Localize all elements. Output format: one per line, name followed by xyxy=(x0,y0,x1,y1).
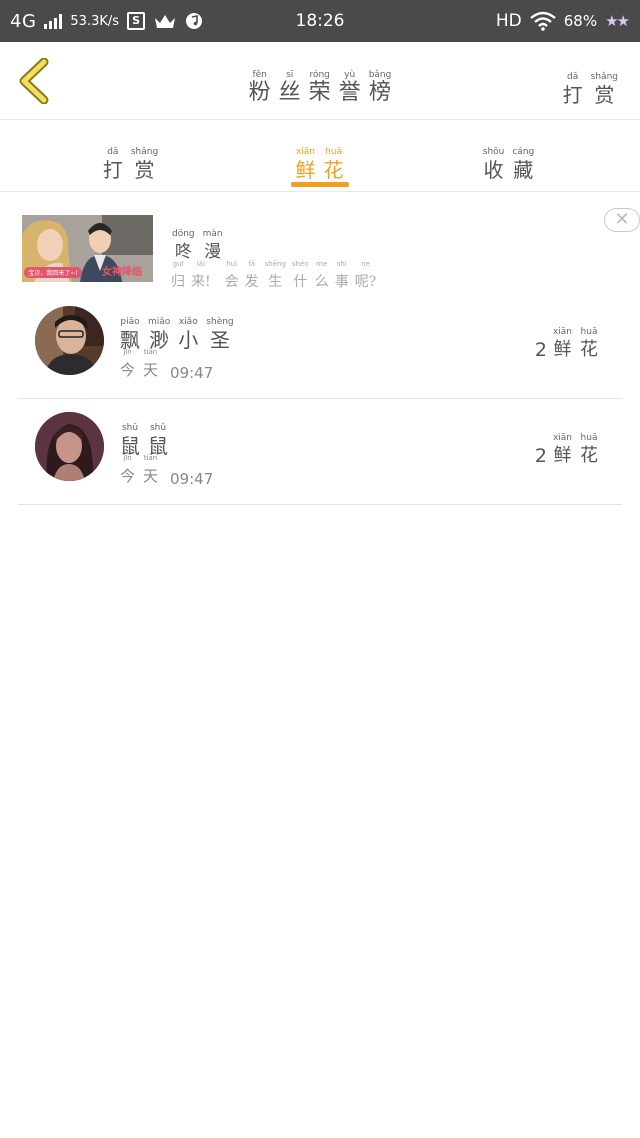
unit-char: huā 花 xyxy=(580,327,598,360)
ad-desc-char: lái 来! xyxy=(191,260,211,290)
ad-description: guī 归 lái 来! huì 会 fā 发 shēng 生 shén 什 me 么 shì 事 ne 呢? xyxy=(168,251,379,294)
ad-desc-char: huì 会 xyxy=(224,260,239,290)
ad-desc-char: shēng 生 xyxy=(264,260,286,290)
tab-char: cáng 藏 xyxy=(512,147,535,182)
tab-char: shǎng 赏 xyxy=(130,147,159,182)
time-text: 09:47 xyxy=(170,364,214,382)
title-char: sī 丝 xyxy=(278,70,301,105)
count-value: 2 xyxy=(534,339,547,361)
tab-favorites[interactable]: shōu 收 cáng 藏 xyxy=(402,139,615,182)
tab-char: dǎ 打 xyxy=(102,147,123,182)
timestamp: jīn 今 tiān 天 09:47 xyxy=(116,347,213,382)
ad-desc-char: shì 事 xyxy=(334,260,349,290)
title-char: fěn 粉 xyxy=(248,70,271,105)
title-char: yù 誉 xyxy=(338,70,361,105)
avatar[interactable] xyxy=(35,412,104,481)
tab-char: huā 花 xyxy=(323,147,344,182)
ad-desc-char: shén 什 xyxy=(291,260,309,290)
ad-desc-char: fā 发 xyxy=(244,260,259,290)
status-bar: 4G 53.3K/s S 18:26 HD 68% ★★ xyxy=(0,0,640,42)
page-title: fěn 粉 sī 丝 róng 荣 yù 誉 bǎng 榜 xyxy=(0,62,640,105)
tab-char: xiān 鲜 xyxy=(295,147,316,182)
ad-desc-char: me 么 xyxy=(314,260,329,290)
tab-bar: dǎ 打 shǎng 赏 xiān 鲜 huā 花 shōu 收 cáng 藏 xyxy=(0,121,640,192)
title-char: róng 荣 xyxy=(308,70,331,105)
ad-desc-char: guī 归 xyxy=(171,260,185,290)
hd-indicator: HD xyxy=(495,11,522,31)
status-right: HD 68% ★★ xyxy=(495,0,630,42)
stars-icon: ★★ xyxy=(605,12,630,30)
flower-count: 2 xiān 鲜 huā 花 xyxy=(535,433,602,468)
flower-count: 2 xiān 鲜 huā 花 xyxy=(535,327,602,362)
user-name: piāo 飘 miǎo 渺 xiǎo 小 shèng 圣 xyxy=(116,309,238,352)
unit-char: xiān 鲜 xyxy=(552,327,572,360)
user-name: shǔ 鼠 shǔ 鼠 xyxy=(116,415,172,458)
day-char: jīn 今 xyxy=(120,348,136,379)
wifi-icon xyxy=(529,11,556,31)
battery-level: 68% xyxy=(563,12,598,30)
count-value: 2 xyxy=(534,445,547,467)
ad-banner-caption: 宝贝，我回来了~! xyxy=(28,269,77,277)
active-tab-indicator xyxy=(291,182,349,187)
timestamp: jīn 今 tiān 天 09:47 xyxy=(116,453,213,488)
header: fěn 粉 sī 丝 róng 荣 yù 誉 bǎng 榜 dǎ 打 shǎng 赏 xyxy=(0,42,640,120)
ad-banner[interactable]: 宝贝，我回来了~! 女神降临 dōng 咚 màn 漫 guī 归 lái 来! huì 会 fā… xyxy=(0,193,640,293)
reward-char: shǎng 赏 xyxy=(590,72,618,107)
reward-button[interactable]: dǎ 打 shǎng 赏 xyxy=(559,64,622,107)
ad-desc-char: ne 呢? xyxy=(354,260,377,290)
ad-banner-title: 女神降临 xyxy=(102,265,142,278)
tab-reward[interactable]: dǎ 打 shǎng 赏 xyxy=(24,139,237,182)
tab-flowers[interactable]: xiān 鲜 huā 花 xyxy=(213,139,426,182)
list-item[interactable]: shǔ 鼠 shǔ 鼠 jīn 今 tiān 天 09:47 2 xiān 鲜 huā 花 xyxy=(18,399,622,505)
ad-image[interactable]: 宝贝，我回来了~! 女神降临 xyxy=(22,215,153,282)
avatar[interactable] xyxy=(35,306,104,375)
close-icon[interactable]: ✕ xyxy=(604,208,640,232)
unit-char: xiān 鲜 xyxy=(552,433,572,466)
title-char: bǎng 榜 xyxy=(368,70,392,105)
unit-char: huā 花 xyxy=(580,433,598,466)
time-text: 09:47 xyxy=(170,470,214,488)
day-char: jīn 今 xyxy=(120,454,136,485)
list-item[interactable]: piāo 飘 miǎo 渺 xiǎo 小 shèng 圣 jīn 今 tiān 天 09:47 2 … xyxy=(18,293,622,399)
day-char: tiān 天 xyxy=(143,454,159,485)
flower-list: piāo 飘 miǎo 渺 xiǎo 小 shèng 圣 jīn 今 tiān 天 09:47 2 … xyxy=(18,293,622,505)
tab-char: shōu 收 xyxy=(482,147,505,182)
day-char: tiān 天 xyxy=(143,348,159,379)
reward-char: dǎ 打 xyxy=(562,72,583,107)
